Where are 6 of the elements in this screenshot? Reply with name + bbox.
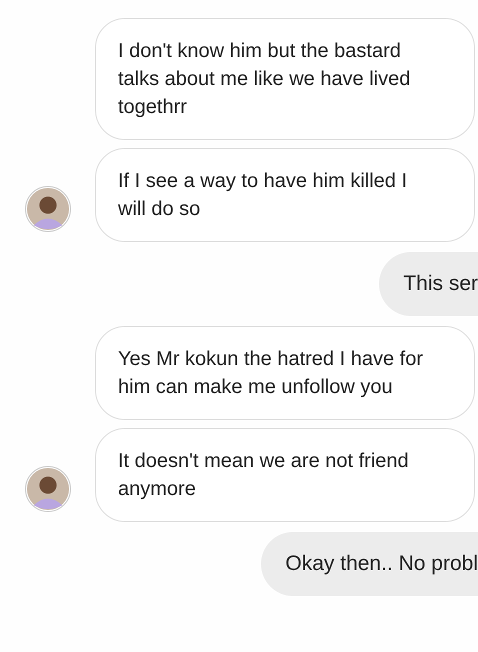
message-bubble: This ser <box>379 252 478 316</box>
message-bubble: It doesn't mean we are not friend anymore <box>95 428 475 522</box>
message-bubble: If I see a way to have him killed I will do so <box>95 148 475 242</box>
message-bubble: Yes Mr kokun the hatred I have for him can make me unfollow you <box>95 326 475 420</box>
message-bubble: Okay then.. No probl <box>261 532 478 596</box>
message-bubble: I don't know him but the bastard talks about me like we have lived togethrr <box>95 18 475 140</box>
